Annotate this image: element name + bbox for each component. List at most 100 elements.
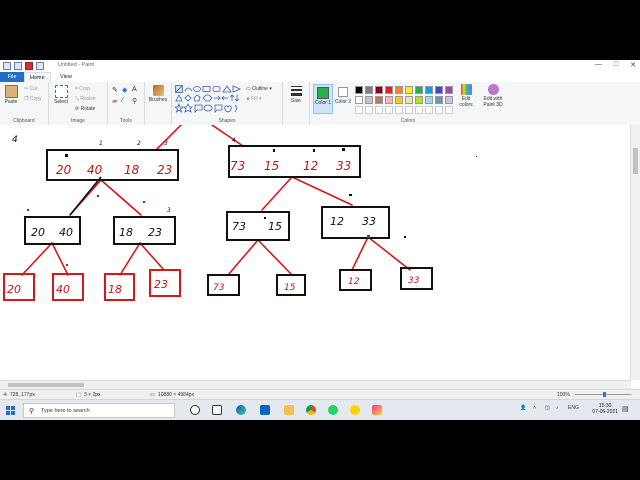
palette-swatch[interactable]: [425, 86, 433, 94]
custom-color-slot[interactable]: [445, 106, 453, 114]
custom-color-slot[interactable]: [425, 106, 433, 114]
app-icon[interactable]: [350, 405, 360, 415]
maximize-button[interactable]: □: [614, 61, 618, 69]
custom-color-slot[interactable]: [385, 106, 393, 114]
palette-swatch[interactable]: [405, 86, 413, 94]
fill-dropdown[interactable]: ◈ Fill ▾: [246, 96, 262, 102]
tools-group: ✎ ◆ A ▰ ⁄ ⚲ Tools: [108, 82, 145, 125]
minimize-button[interactable]: —: [595, 61, 602, 69]
paste-button[interactable]: Paste: [3, 85, 19, 105]
custom-color-slot[interactable]: [405, 106, 413, 114]
canvas-drawing[interactable]: 20 40 18 23 73 15 12 33 20 40 18 23 73 1…: [0, 125, 631, 380]
redo-icon[interactable]: [36, 62, 44, 70]
task-view-icon[interactable]: [212, 405, 222, 415]
window-title: Untitled - Paint: [58, 62, 95, 68]
palette-swatch[interactable]: [405, 96, 413, 104]
fill-bucket-icon[interactable]: ◆: [122, 86, 127, 94]
language-indicator[interactable]: ENG: [568, 405, 579, 411]
notification-icon[interactable]: ▤: [622, 405, 629, 413]
palette-swatch[interactable]: [445, 86, 453, 94]
zoom-slider[interactable]: [575, 392, 635, 397]
undo-icon[interactable]: [25, 62, 33, 70]
color-picker-icon[interactable]: ⁄: [122, 97, 123, 104]
resize-button[interactable]: ⤡ Resize: [75, 96, 96, 102]
palette-swatch[interactable]: [445, 96, 453, 104]
people-icon[interactable]: 👤: [520, 405, 526, 411]
network-icon[interactable]: ◫: [545, 405, 550, 411]
taskbar-clock[interactable]: 15:30 07-06-2021: [592, 403, 618, 415]
crop-button[interactable]: ⌗ Crop: [75, 86, 90, 92]
custom-color-slot[interactable]: [415, 106, 423, 114]
windows-taskbar: ⚲ Type here to search 👤 ˄ ◫ ♪ ENG 15:30 …: [0, 399, 640, 420]
palette-swatch[interactable]: [415, 86, 423, 94]
palette-swatch[interactable]: [365, 86, 373, 94]
magnifier-icon[interactable]: ⚲: [132, 97, 137, 105]
brushes-group: Brushes: [145, 82, 172, 125]
whatsapp-icon[interactable]: [328, 405, 338, 415]
palette-swatch[interactable]: [425, 96, 433, 104]
chevron-up-icon[interactable]: ˄: [533, 405, 536, 411]
cut-button[interactable]: ✂ Cut: [24, 86, 37, 92]
zoom-slider-thumb[interactable]: [603, 392, 606, 397]
eraser-icon[interactable]: ▰: [112, 97, 117, 105]
color1-button[interactable]: Color 1: [313, 84, 333, 114]
rotate-button[interactable]: ⟳ Rotate: [75, 106, 95, 112]
close-button[interactable]: ✕: [630, 61, 636, 69]
red-tree-edges: [21, 125, 411, 276]
edge-icon[interactable]: [236, 405, 246, 415]
windows-start-icon[interactable]: [6, 406, 15, 415]
select-button[interactable]: Select: [52, 85, 70, 105]
paint-app-icon[interactable]: [3, 62, 11, 70]
cortana-icon[interactable]: [190, 405, 200, 415]
palette-swatch[interactable]: [435, 86, 443, 94]
canvas-numbers: 20 40 18 23 73 15 12 33 20 40 18 23 73 1…: [7, 135, 420, 296]
paint-taskbar-icon[interactable]: [372, 405, 382, 415]
palette-swatch[interactable]: [415, 96, 423, 104]
custom-color-slot[interactable]: [375, 106, 383, 114]
brush-icon: [152, 85, 164, 96]
vertical-scroll-thumb[interactable]: [633, 148, 638, 174]
mail-icon[interactable]: [260, 405, 270, 415]
file-explorer-icon[interactable]: [284, 405, 294, 415]
pencil-icon[interactable]: ✎: [112, 86, 118, 94]
palette-swatch[interactable]: [395, 96, 403, 104]
image-group-label: Image: [71, 118, 85, 124]
drawing-canvas[interactable]: 20 40 18 23 73 15 12 33 20 40 18 23 73 1…: [0, 125, 631, 380]
leaf-num-1: 20: [7, 283, 21, 296]
copy-button[interactable]: ❐ Copy: [24, 96, 42, 102]
index-mark-1: 1: [99, 140, 103, 147]
text-tool-icon[interactable]: A: [132, 86, 137, 93]
vertical-scrollbar[interactable]: [630, 125, 640, 380]
tab-view[interactable]: View: [55, 72, 77, 82]
palette-swatch[interactable]: [435, 96, 443, 104]
palette-swatch[interactable]: [355, 96, 363, 104]
mid-1-num-b: 40: [59, 226, 73, 239]
custom-color-slot[interactable]: [435, 106, 443, 114]
custom-color-slot[interactable]: [395, 106, 403, 114]
horizontal-scrollbar[interactable]: [0, 380, 631, 389]
edit-colors-button[interactable]: Edit colors: [456, 84, 476, 108]
palette-swatch[interactable]: [355, 86, 363, 94]
volume-icon[interactable]: ♪: [556, 405, 559, 411]
taskbar-search-box[interactable]: ⚲ Type here to search: [23, 403, 175, 418]
palette-swatch[interactable]: [375, 86, 383, 94]
paint3d-button[interactable]: Edit with Paint 3D: [480, 84, 506, 108]
save-icon[interactable]: [14, 62, 22, 70]
color2-button[interactable]: Color 2: [334, 84, 352, 112]
shapes-gallery[interactable]: [175, 85, 241, 113]
size-button[interactable]: Size: [286, 85, 306, 104]
custom-color-slot[interactable]: [355, 106, 363, 114]
custom-color-slot[interactable]: [365, 106, 373, 114]
fill-icon: ◈: [246, 96, 250, 102]
palette-swatch[interactable]: [385, 86, 393, 94]
tab-file[interactable]: File: [0, 72, 24, 82]
palette-swatch[interactable]: [385, 96, 393, 104]
palette-swatch[interactable]: [375, 96, 383, 104]
brushes-button[interactable]: Brushes: [148, 85, 168, 103]
palette-swatch[interactable]: [365, 96, 373, 104]
palette-swatch[interactable]: [395, 86, 403, 94]
outline-dropdown[interactable]: ▭ Outline ▾: [246, 86, 272, 92]
horizontal-scroll-thumb[interactable]: [8, 383, 84, 387]
leaf-num-5: 73: [213, 283, 225, 293]
chrome-icon[interactable]: [306, 405, 316, 415]
